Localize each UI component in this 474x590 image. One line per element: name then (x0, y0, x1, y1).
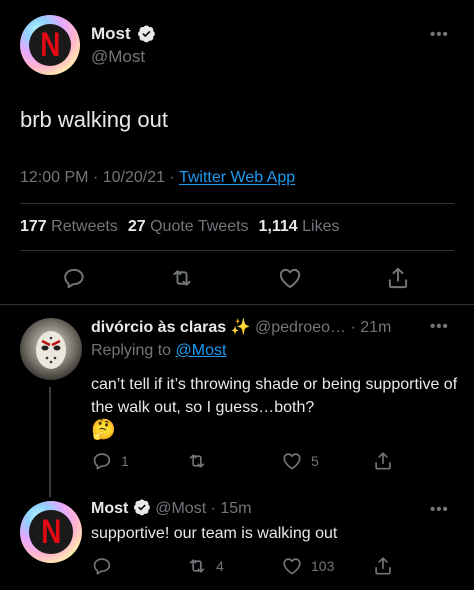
tweet-source-link[interactable]: Twitter Web App (179, 169, 295, 186)
author-avatar[interactable]: N (20, 15, 80, 75)
reply-text: can’t tell if it’s throwing shade or bei… (91, 373, 463, 443)
share-button[interactable] (372, 450, 394, 472)
like-count: 103 (311, 558, 335, 574)
netflix-logo: N (29, 510, 73, 554)
retweets-label: Retweets (51, 218, 118, 235)
more-options-icon[interactable]: ••• (430, 318, 449, 335)
reply-text-body: can’t tell if it’s throwing shade or bei… (91, 376, 458, 416)
retweets-stat[interactable]: 177 Retweets (20, 218, 118, 236)
replying-to: Replying to @Most (91, 342, 226, 360)
reply-author-line: divórcio às claras ✨ @pedroeo… · 21m (91, 317, 391, 337)
reply-button[interactable] (61, 265, 87, 291)
quote-count: 27 (127, 218, 146, 235)
reply-avatar[interactable]: N (20, 501, 82, 563)
verified-badge-icon (133, 499, 150, 516)
meta-separator: · (169, 169, 175, 186)
reply-author-line: Most @Most · 15m (91, 499, 252, 518)
reply-text: supportive! our team is walking out (91, 525, 338, 542)
heart-icon (283, 558, 301, 575)
quote-tweets-stat[interactable]: 27 Quote Tweets (128, 218, 249, 236)
verified-badge-icon (138, 25, 156, 42)
sparkle-emoji: ✨ (230, 319, 251, 336)
meta-separator: · (92, 169, 99, 186)
tweet-time[interactable]: 12:00 PM (20, 169, 88, 186)
divider (20, 203, 454, 204)
like-button[interactable] (277, 265, 303, 291)
share-button[interactable] (372, 555, 394, 577)
reply-button[interactable] (91, 555, 121, 577)
retweets-count: 177 (20, 218, 47, 235)
replying-to-handle[interactable]: @Most (176, 342, 227, 359)
reply-author-handle[interactable]: @Most (155, 500, 206, 517)
retweet-icon (189, 559, 205, 573)
tweet-text: brb walking out (20, 107, 168, 132)
retweet-button[interactable]: 4 (186, 555, 224, 577)
reply-icon (93, 453, 111, 470)
retweet-button[interactable] (186, 450, 216, 472)
author-handle[interactable]: @Most (91, 47, 145, 67)
share-icon (375, 557, 391, 575)
author-name[interactable]: Most (91, 24, 156, 44)
reply-button[interactable]: 1 (91, 450, 129, 472)
likes-count: 1,114 (258, 218, 298, 235)
hockey-mask-icon (36, 331, 66, 369)
retweet-button[interactable] (169, 265, 195, 291)
like-count: 5 (311, 453, 319, 469)
share-icon (375, 452, 391, 470)
share-button[interactable] (385, 265, 411, 291)
heart-icon (279, 268, 301, 288)
thinking-emoji: 🤔 (91, 419, 116, 441)
thread-connector-line (49, 387, 51, 497)
likes-stat[interactable]: 1,114 Likes (259, 218, 340, 236)
tweet-meta: 12:00 PM · 10/20/21 · Twitter Web App (20, 169, 295, 187)
like-button[interactable]: 5 (281, 450, 319, 472)
heart-icon (283, 453, 301, 470)
reply-icon (93, 558, 111, 575)
reply-author-name[interactable]: Most (91, 500, 128, 517)
likes-label: Likes (302, 218, 340, 235)
reply-avatar[interactable] (20, 318, 82, 380)
tweet-stats: 177 Retweets 27 Quote Tweets 1,114 Likes (20, 218, 340, 236)
netflix-logo: N (29, 24, 71, 66)
divider (0, 304, 474, 305)
reply-author-name[interactable]: divórcio às claras (91, 319, 226, 336)
share-icon (388, 267, 408, 289)
reply-author-handle[interactable]: @pedroeo… (255, 319, 346, 336)
author-name-text: Most (91, 24, 131, 43)
retweet-count: 4 (216, 558, 224, 574)
like-button[interactable]: 103 (281, 555, 334, 577)
reply-time[interactable]: · 21m (350, 319, 391, 336)
reply-icon (64, 268, 84, 289)
retweet-icon (173, 270, 191, 286)
reply-count: 1 (121, 453, 129, 469)
tweet-date[interactable]: 10/20/21 (103, 169, 165, 186)
more-options-icon[interactable]: ••• (430, 501, 449, 518)
more-options-icon[interactable]: ••• (430, 26, 449, 43)
reply-time[interactable]: · 15m (211, 500, 252, 517)
divider (20, 250, 454, 251)
quote-label: Quote Tweets (150, 218, 249, 235)
replying-prefix: Replying to (91, 342, 172, 359)
retweet-icon (189, 454, 205, 468)
